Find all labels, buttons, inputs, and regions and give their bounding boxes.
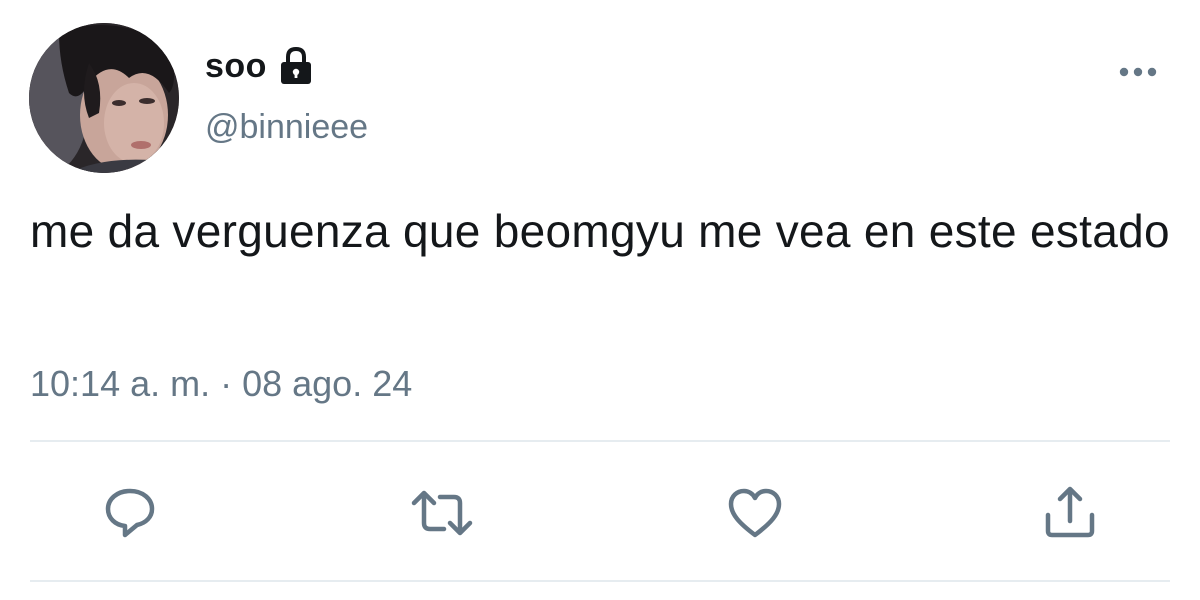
retweet-button[interactable] xyxy=(410,483,473,543)
divider-bottom xyxy=(30,580,1170,582)
username-handle[interactable]: @binnieee xyxy=(205,108,368,147)
reply-icon xyxy=(105,488,155,538)
share-icon xyxy=(1045,486,1095,538)
lock-icon xyxy=(277,46,315,86)
tweet-timestamp[interactable]: 10:14 a. m. · 08 ago. 24 xyxy=(30,363,412,405)
share-button[interactable] xyxy=(1040,483,1100,543)
more-options-icon[interactable] xyxy=(1116,62,1160,82)
author-name-row: soo xyxy=(205,42,315,90)
tweet-detail: soo @binnieee me da verguenza que beomgy… xyxy=(0,0,1200,600)
heart-icon xyxy=(728,488,782,538)
divider xyxy=(30,440,1170,442)
avatar[interactable] xyxy=(29,23,179,173)
display-name[interactable]: soo xyxy=(205,47,267,86)
retweet-icon xyxy=(411,490,473,536)
tweet-text: me da verguenza que beomgyu me vea en es… xyxy=(30,205,1170,257)
like-button[interactable] xyxy=(725,483,785,543)
reply-button[interactable] xyxy=(100,483,160,543)
avatar-photo xyxy=(29,23,179,173)
